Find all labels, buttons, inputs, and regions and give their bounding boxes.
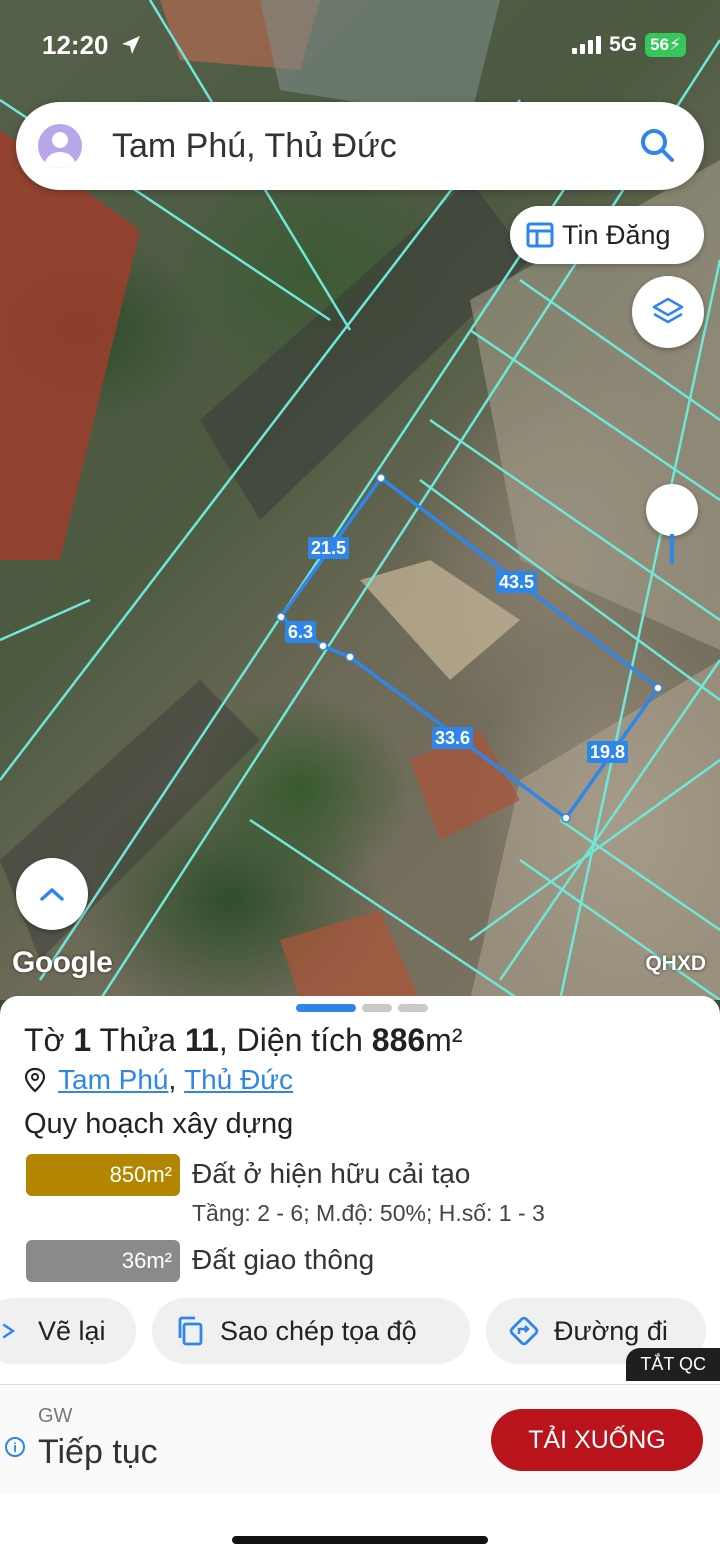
zone-area-badge: 36m²	[26, 1240, 180, 1282]
roof-red	[0, 130, 140, 560]
user-avatar-icon[interactable]	[38, 124, 82, 168]
expand-sheet-button[interactable]	[16, 858, 88, 930]
map-pin-stem	[670, 534, 674, 564]
status-time: 12:20	[42, 30, 142, 61]
search-icon[interactable]	[638, 126, 678, 166]
qhxd-logo: QHXD	[645, 952, 706, 975]
tin-dang-label: Tin Đăng	[562, 219, 671, 250]
ad-info-icon[interactable]: i	[5, 1437, 25, 1457]
zone-area-badge: 850m²	[26, 1154, 180, 1196]
zone-row: 36m² Đất giao thông	[26, 1240, 374, 1282]
ad-download-button[interactable]: TẢI XUỐNG	[491, 1409, 703, 1471]
zone-text: Đất ở hiện hữu cải tạo Tầng: 2 - 6; M.độ…	[192, 1154, 545, 1227]
zone-name: Đất ở hiện hữu cải tạo	[192, 1158, 471, 1189]
redraw-label: Vẽ lại	[38, 1315, 106, 1346]
pager-dot[interactable]	[398, 1004, 428, 1012]
listing-icon	[526, 222, 554, 248]
redraw-icon	[2, 1323, 16, 1339]
location-separator: ,	[168, 1064, 177, 1095]
dimension-label: 21.5	[308, 537, 350, 559]
area-value: 886	[371, 1022, 426, 1058]
zone-name: Đất giao thông	[192, 1244, 375, 1275]
dimension-label: 33.6	[432, 727, 474, 749]
signal-icon	[572, 36, 602, 54]
roof-block-south	[470, 660, 720, 1000]
sheet-pager[interactable]	[296, 1004, 428, 1012]
dimension-label: 6.3	[285, 621, 317, 643]
search-input[interactable]: Tam Phú, Thủ Đức	[112, 127, 638, 166]
sheet-label: Tờ	[24, 1022, 65, 1058]
area-unit: m²	[425, 1022, 463, 1058]
pager-dot[interactable]	[362, 1004, 392, 1012]
location-arrow-icon	[121, 36, 140, 54]
planning-section-title: Quy hoạch xây dựng	[24, 1108, 294, 1140]
map-pin-handle[interactable]	[646, 484, 698, 536]
directions-icon	[509, 1316, 539, 1346]
tin-dang-button[interactable]: Tin Đăng	[510, 206, 704, 264]
ward-link[interactable]: Tam Phú	[58, 1064, 169, 1096]
sheet-number: 1	[73, 1022, 92, 1058]
copy-coordinates-label: Sao chép tọa độ	[220, 1315, 417, 1346]
dimension-label: 43.5	[496, 571, 538, 593]
redraw-button[interactable]: Vẽ lại	[0, 1298, 136, 1364]
network-type: 5G	[609, 33, 638, 56]
directions-label: Đường đi	[554, 1315, 668, 1346]
home-indicator[interactable]	[232, 1536, 488, 1544]
status-indicators: 5G 56⚡	[572, 33, 686, 57]
lot-label: Thửa	[99, 1022, 177, 1058]
ad-title: Tiếp tục	[38, 1433, 158, 1471]
layers-icon	[652, 297, 684, 324]
parcel-info-sheet[interactable]: Tờ 1 Thửa 11, Diện tích 886m² Tam Phú, T…	[0, 996, 720, 1558]
parcel-title: Tờ 1 Thửa 11, Diện tích 886m²	[24, 1022, 462, 1059]
chevron-up-icon	[40, 888, 64, 901]
parcel-location: Tam Phú, Thủ Đức	[24, 1064, 293, 1096]
roof-brown-2	[280, 910, 420, 1000]
area-label: , Diện tích	[218, 1022, 363, 1058]
copy-icon	[178, 1316, 203, 1346]
zone-detail: Tầng: 2 - 6; M.độ: 50%; H.số: 1 - 3	[192, 1200, 545, 1226]
battery-level: 56	[650, 35, 670, 54]
pager-dot-active[interactable]	[296, 1004, 356, 1012]
zone-text: Đất giao thông	[192, 1240, 374, 1280]
zone-row: 850m² Đất ở hiện hữu cải tạo Tầng: 2 - 6…	[26, 1154, 545, 1227]
district-link[interactable]: Thủ Đức	[184, 1064, 293, 1096]
copy-coordinates-button[interactable]: Sao chép tọa độ	[152, 1298, 470, 1364]
lot-number: 11	[184, 1022, 219, 1058]
google-logo: Google	[12, 946, 113, 979]
dimension-label: 19.8	[587, 741, 629, 763]
status-time-text: 12:20	[42, 30, 109, 60]
close-ad-button[interactable]: TẮT QC	[626, 1348, 720, 1381]
ad-brand: GW	[38, 1405, 73, 1427]
ad-banner[interactable]: i GW Tiếp tục TẢI XUỐNG	[0, 1384, 720, 1494]
location-pin-icon	[24, 1067, 46, 1093]
battery-icon: 56⚡	[645, 33, 686, 57]
search-bar[interactable]: Tam Phú, Thủ Đức	[16, 102, 704, 190]
layers-button[interactable]	[632, 276, 704, 348]
